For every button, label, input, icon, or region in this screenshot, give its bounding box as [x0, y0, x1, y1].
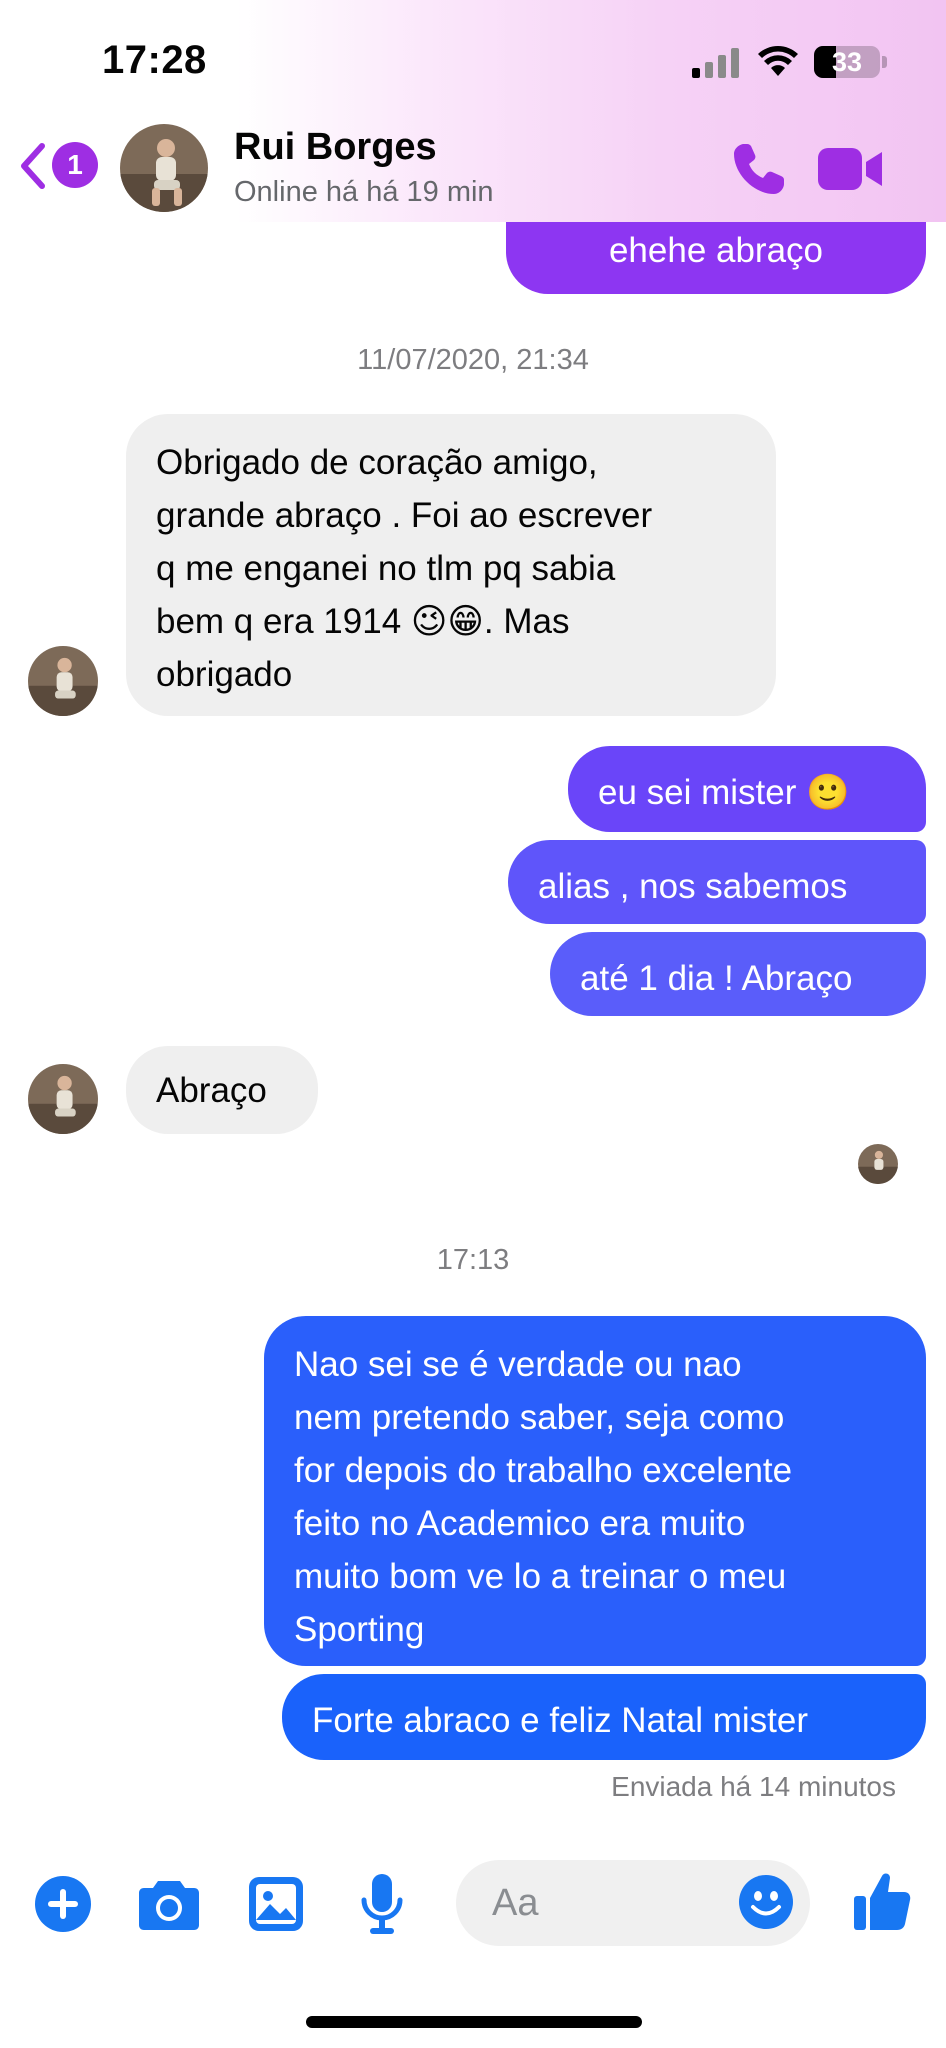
plus-icon[interactable]: [34, 1875, 92, 1933]
outgoing-message[interactable]: Forte abraco e feliz Natal mister: [282, 1674, 926, 1760]
message-line: bem q era 1914 😉😁. Mas: [156, 602, 570, 641]
battery-level: 33: [831, 47, 863, 77]
message-line: Nao sei se é verdade ou nao: [294, 1345, 742, 1384]
message-text: alias , nos sabemos: [538, 867, 848, 906]
message-text: ehehe abraço: [608, 231, 824, 270]
contact-avatar[interactable]: [120, 124, 208, 212]
sender-avatar: [28, 1064, 98, 1134]
message-line: muito bom ve lo a treinar o meu: [294, 1557, 787, 1596]
status-time: 17:28: [102, 38, 207, 82]
date-separator: 11/07/2020, 21:34: [357, 344, 589, 376]
cellular-signal-icon: [692, 48, 739, 78]
chat-header: 17:28 33 1 Rui Borges Online há há 19 mi…: [0, 0, 946, 222]
read-receipt-avatar: [858, 1144, 898, 1184]
message-line: nem pretendo saber, seja como: [294, 1398, 785, 1437]
unread-count-badge: 1: [52, 142, 98, 188]
camera-icon[interactable]: [138, 1877, 200, 1931]
home-indicator: [306, 2016, 642, 2028]
back-button[interactable]: 1: [18, 138, 102, 194]
outgoing-message[interactable]: eu sei mister 🙂: [568, 746, 926, 832]
message-text: Forte abraco e feliz Natal mister: [312, 1701, 809, 1740]
delivery-status: Enviada há 14 minutos: [611, 1771, 896, 1802]
thumbs-up-icon[interactable]: [852, 1870, 912, 1932]
phone-icon[interactable]: [730, 140, 788, 198]
incoming-message[interactable]: Abraço: [126, 1046, 318, 1134]
date-separator: 17:13: [436, 1244, 510, 1276]
contact-status: Online há há 19 min: [234, 176, 494, 208]
outgoing-message[interactable]: até 1 dia ! Abraço: [550, 932, 926, 1016]
message-text: Abraço: [156, 1071, 267, 1110]
message-line: Sporting: [294, 1610, 425, 1649]
contact-name[interactable]: Rui Borges: [234, 126, 437, 169]
message-text: até 1 dia ! Abraço: [580, 959, 853, 998]
video-camera-icon[interactable]: [818, 144, 884, 194]
message-line: grande abraço . Foi ao escrever: [156, 496, 653, 535]
message-line: obrigado: [156, 655, 293, 694]
message-text: eu sei mister 🙂: [598, 773, 850, 812]
sender-avatar: [28, 646, 98, 716]
microphone-icon[interactable]: [360, 1872, 404, 1936]
message-line: q me enganei no tlm pq sabia: [156, 549, 616, 588]
incoming-message[interactable]: Obrigado de coração amigo, grande abraço…: [126, 414, 776, 716]
outgoing-message[interactable]: Nao sei se é verdade ou nao nem pretendo…: [264, 1316, 926, 1666]
wifi-icon: [758, 46, 798, 76]
message-line: for depois do trabalho excelente: [294, 1451, 793, 1490]
back-chevron-icon: [21, 143, 45, 189]
image-icon[interactable]: [248, 1876, 304, 1932]
message-line: feito no Academico era muito: [294, 1504, 746, 1543]
outgoing-message[interactable]: alias , nos sabemos: [508, 840, 926, 924]
emoji-icon[interactable]: [738, 1874, 794, 1930]
battery-indicator: 33: [814, 46, 880, 78]
message-line: Obrigado de coração amigo,: [156, 443, 598, 482]
battery-tip: [882, 56, 887, 68]
